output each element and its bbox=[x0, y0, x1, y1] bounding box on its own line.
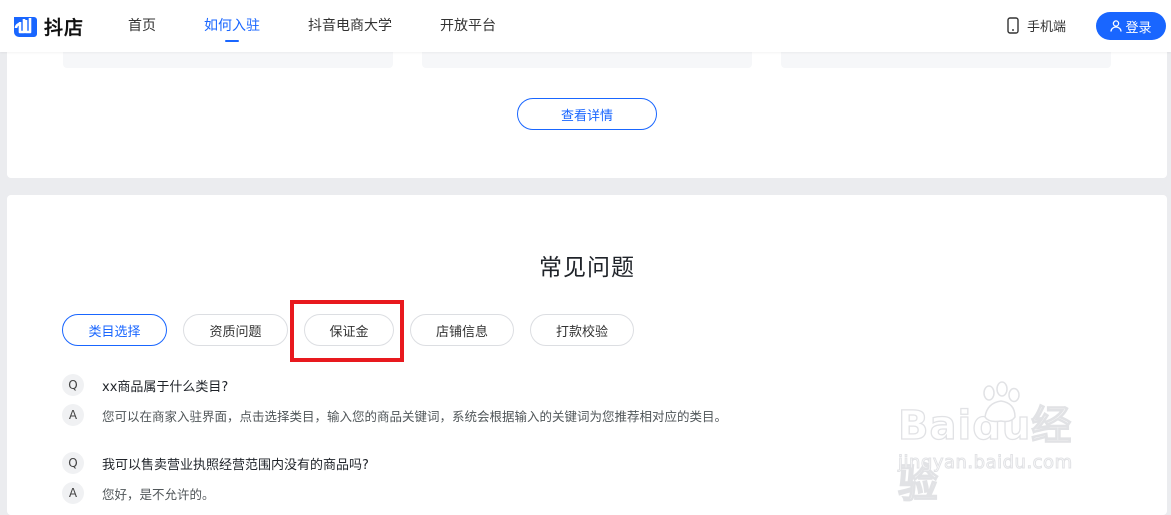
mobile-link[interactable]: 手机端 bbox=[1007, 16, 1066, 35]
login-button[interactable]: 登录 bbox=[1096, 12, 1166, 40]
faq-question: xx商品属于什么类目? bbox=[102, 379, 229, 395]
nav-item-ecommerce-university[interactable]: 抖音电商大学 bbox=[308, 0, 392, 52]
top-header: 抖店 首页 如何入驻 抖音电商大学 开放平台 手机端 登录 bbox=[0, 0, 1171, 52]
nav-item-open-platform[interactable]: 开放平台 bbox=[440, 0, 496, 52]
view-details-button[interactable]: 查看详情 bbox=[517, 98, 657, 130]
nav-item-home[interactable]: 首页 bbox=[128, 0, 156, 52]
faq-answer-row: A 您好，是不允许的。 bbox=[62, 478, 1122, 508]
user-icon bbox=[1110, 20, 1123, 32]
faq-question-row: Q xx商品属于什么类目? bbox=[62, 370, 1122, 400]
site-logo[interactable]: 抖店 bbox=[11, 13, 84, 40]
faq-answer-row: A 您可以在商家入驻界面，点击选择类目，输入您的商品关键词，系统会根据输入的关键… bbox=[62, 400, 1122, 430]
entry-card bbox=[781, 52, 1111, 68]
entry-card bbox=[63, 52, 393, 68]
faq-list: Q xx商品属于什么类目? A 您可以在商家入驻界面，点击选择类目，输入您的商品… bbox=[62, 370, 1122, 508]
tab-category-selection[interactable]: 类目选择 bbox=[62, 314, 167, 346]
faq-title: 常见问题 bbox=[539, 255, 635, 281]
nav-item-how-to-join[interactable]: 如何入驻 bbox=[204, 0, 260, 52]
main-nav: 首页 如何入驻 抖音电商大学 开放平台 bbox=[128, 0, 544, 52]
tab-store-info[interactable]: 店铺信息 bbox=[410, 314, 514, 346]
faq-answer: 您可以在商家入驻界面，点击选择类目，输入您的商品关键词，系统会根据输入的关键词为… bbox=[102, 408, 728, 424]
tab-payment-verification[interactable]: 打款校验 bbox=[530, 314, 634, 346]
faq-tabs: 类目选择 资质问题 保证金 店铺信息 打款校验 bbox=[62, 314, 650, 346]
tab-deposit[interactable]: 保证金 bbox=[304, 314, 394, 346]
faq-answer: 您好，是不允许的。 bbox=[102, 486, 215, 502]
question-badge: Q bbox=[62, 452, 84, 474]
entry-cards-section: 查看详情 bbox=[7, 52, 1167, 178]
faq-question: 我可以售卖营业执照经营范围内没有的商品吗? bbox=[102, 457, 369, 473]
tab-qualification[interactable]: 资质问题 bbox=[183, 314, 288, 346]
logo-icon bbox=[14, 16, 37, 37]
phone-icon bbox=[1007, 17, 1019, 34]
answer-badge: A bbox=[62, 482, 84, 504]
answer-badge: A bbox=[62, 404, 84, 426]
login-button-label: 登录 bbox=[1125, 20, 1152, 36]
mobile-link-label: 手机端 bbox=[1027, 20, 1067, 35]
faq-question-row: Q 我可以售卖营业执照经营范围内没有的商品吗? bbox=[62, 448, 1122, 478]
question-badge: Q bbox=[62, 374, 84, 396]
faq-section: 常见问题 类目选择 资质问题 保证金 店铺信息 打款校验 Q xx商品属于什么类… bbox=[7, 195, 1167, 515]
entry-card bbox=[422, 52, 752, 68]
logo-text: 抖店 bbox=[44, 17, 85, 39]
